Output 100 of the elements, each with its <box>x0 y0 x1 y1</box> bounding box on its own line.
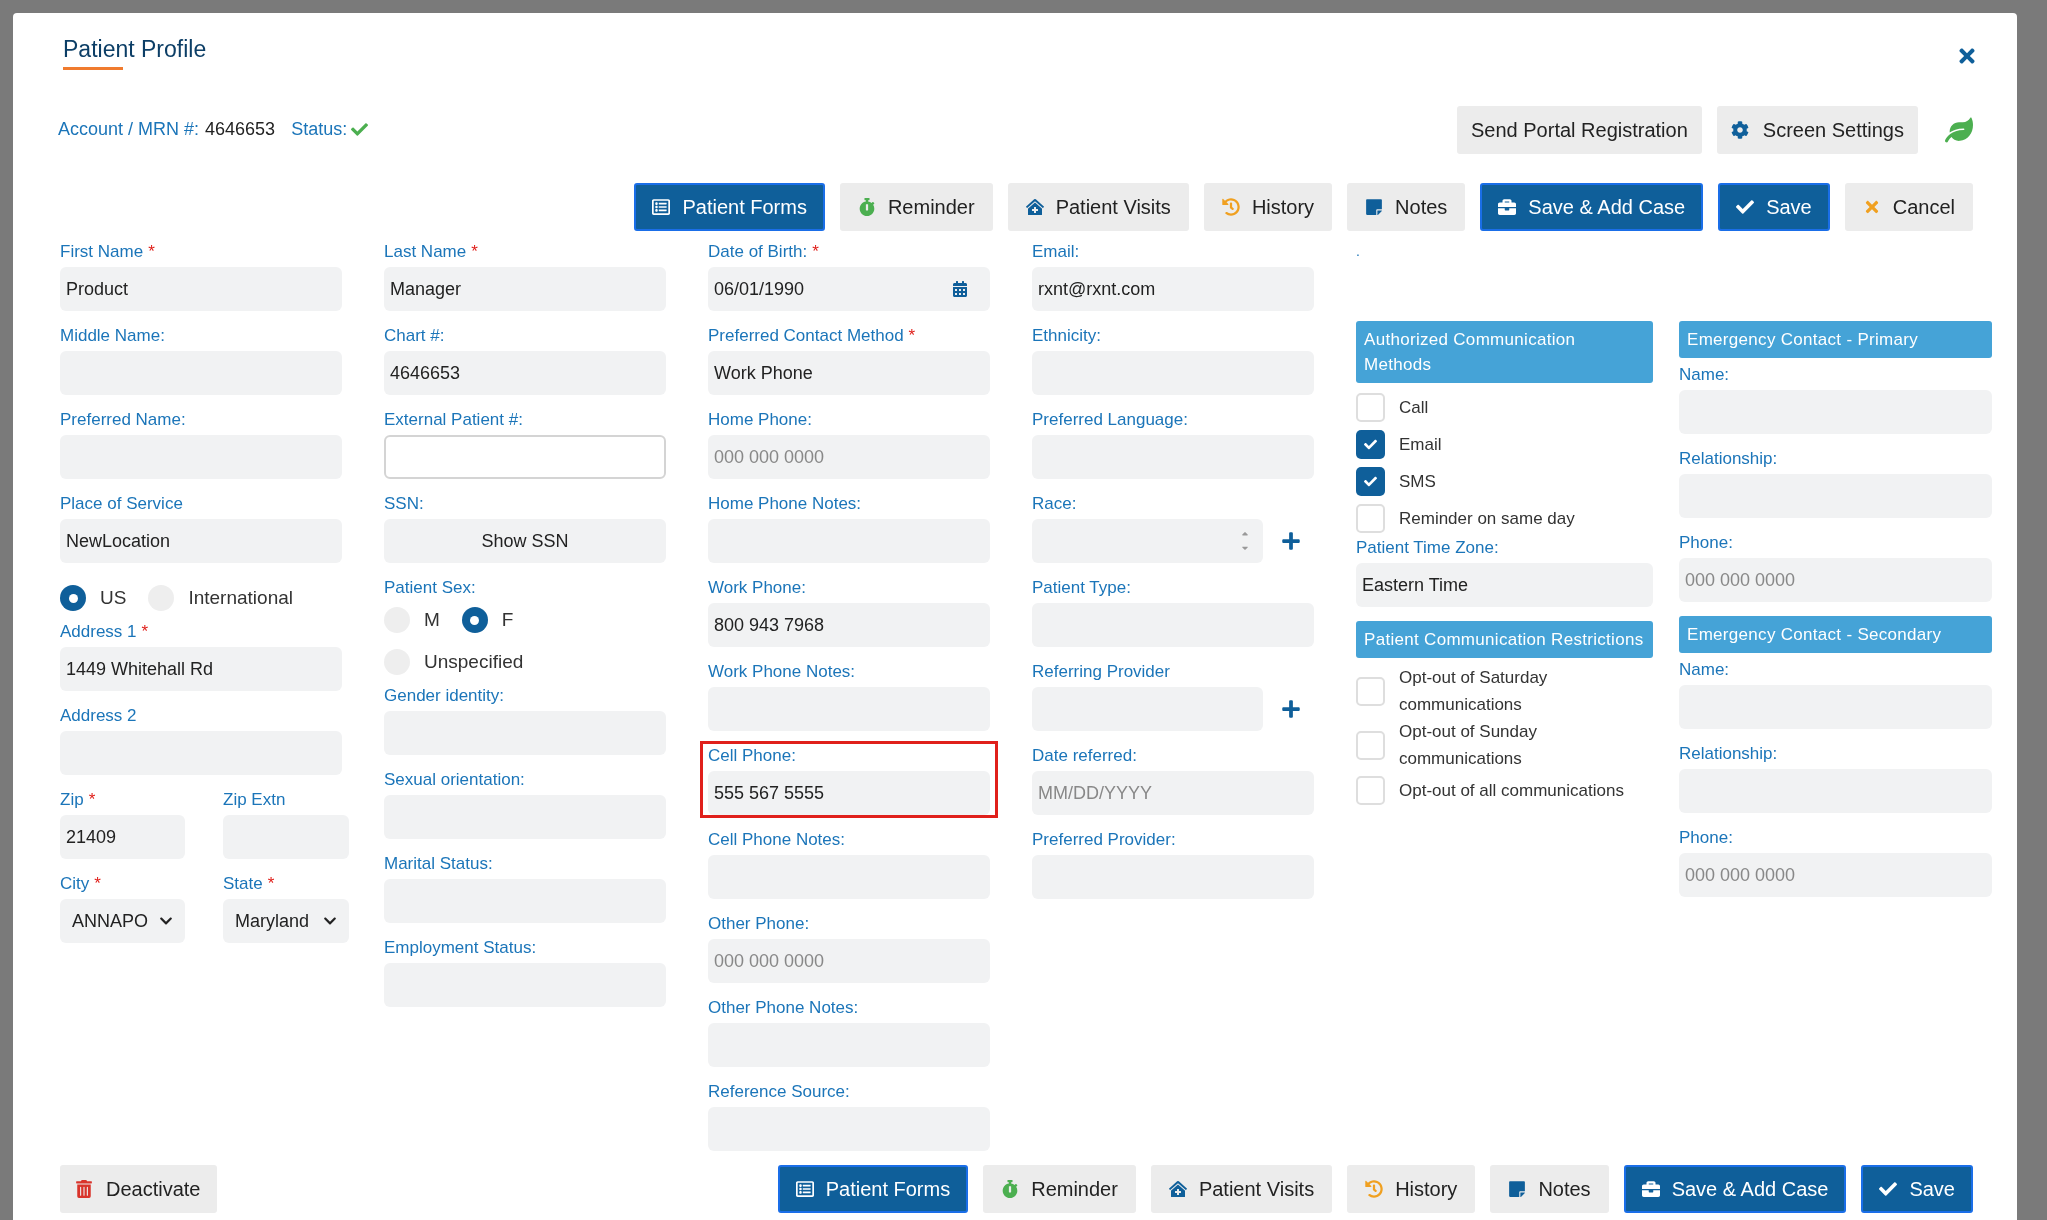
leaf-icon[interactable] <box>1945 116 1973 143</box>
toolbar-button[interactable]: History <box>1347 1165 1476 1213</box>
dropdown[interactable]: ANNAPO <box>60 899 185 943</box>
required-asterisk: * <box>94 873 101 895</box>
close-icon[interactable] <box>1957 45 1977 67</box>
toolbar-button[interactable]: History <box>1203 183 1333 231</box>
toolbar-button[interactable]: Reminder <box>983 1165 1136 1213</box>
toolbar-button[interactable]: Patient Visits <box>1007 183 1189 231</box>
text-field[interactable]: rxnt@rxnt.com <box>1032 267 1314 311</box>
spinner-arrows-icon[interactable] <box>1239 531 1251 551</box>
text-field[interactable]: 555 567 5555 <box>708 771 990 815</box>
number-field[interactable] <box>1032 519 1263 563</box>
field-label: Referring Provider <box>1032 661 1170 683</box>
toolbar-button[interactable]: Cancel <box>1844 183 1973 231</box>
check-icon <box>1879 1180 1898 1198</box>
checkbox[interactable] <box>1356 776 1385 805</box>
section-header: Authorized Communication Methods <box>1356 321 1653 383</box>
plus-icon[interactable] <box>1281 699 1301 719</box>
checkbox[interactable] <box>1356 730 1385 760</box>
check-icon <box>1736 198 1755 216</box>
checkbox-label: Call <box>1399 397 1429 419</box>
text-field[interactable]: 800 943 7968 <box>708 603 990 647</box>
text-field[interactable]: 21409 <box>60 815 185 859</box>
toolbar-button[interactable]: Notes <box>1490 1165 1609 1213</box>
text-field[interactable]: Product <box>60 267 342 311</box>
text-field[interactable]: 000 000 0000 <box>708 435 990 479</box>
header-button[interactable]: Screen Settings <box>1716 105 1918 154</box>
field-label: Middle Name: <box>60 325 165 347</box>
toolbar-button[interactable]: Notes <box>1347 183 1466 231</box>
stopwatch-icon <box>857 198 876 216</box>
house-icon <box>1025 198 1044 216</box>
field-label: Name: <box>1679 364 1730 386</box>
section-header: Emergency Contact - Secondary <box>1679 616 1992 653</box>
dialog-title: Patient Profile <box>63 35 207 63</box>
checkbox[interactable] <box>1356 467 1385 496</box>
calendar-icon[interactable] <box>952 281 968 297</box>
toolbar-button[interactable]: Save & Add Case <box>1623 1165 1847 1213</box>
checkbox[interactable] <box>1356 430 1385 459</box>
field-label: Work Phone: <box>708 577 806 599</box>
check-icon <box>1364 438 1377 451</box>
trash-icon <box>76 1180 92 1198</box>
radio-label: Unspecified <box>424 649 524 674</box>
text-field[interactable]: 000 000 0000 <box>1679 853 1992 897</box>
field-label: Reference Source: <box>708 1081 850 1103</box>
required-asterisk: * <box>148 241 155 263</box>
field-label: Relationship: <box>1679 448 1778 470</box>
date-field[interactable]: 06/01/1990 <box>708 267 990 311</box>
text-field[interactable]: Work Phone <box>708 351 990 395</box>
toolbar-button[interactable]: Patient Forms <box>634 183 825 231</box>
radio-label: F <box>501 607 514 632</box>
field-label: Date referred: <box>1032 745 1137 767</box>
checkbox-label: Opt-out of Saturday communications <box>1399 667 1549 716</box>
header-button[interactable]: Send Portal Registration <box>1457 105 1702 154</box>
text-field[interactable]: 1449 Whitehall Rd <box>60 647 342 691</box>
text-field[interactable]: 000 000 0000 <box>1679 558 1992 602</box>
toolbar-button[interactable]: Save <box>1718 183 1830 231</box>
checkbox[interactable] <box>1356 676 1385 706</box>
note-icon <box>1365 198 1384 216</box>
dot-mark: . <box>1356 243 1360 259</box>
toolbar-button[interactable]: Reminder <box>839 183 993 231</box>
field-label: Marital Status: <box>384 853 493 875</box>
section-header: Emergency Contact - Primary <box>1679 321 1992 358</box>
house-icon <box>1168 1180 1187 1198</box>
field-label: Name: <box>1679 659 1730 681</box>
field-label: Preferred Provider: <box>1032 829 1176 851</box>
gear-icon <box>1730 120 1749 139</box>
deactivate-button[interactable]: Deactivate <box>60 1165 217 1213</box>
toolbar-button[interactable]: Save & Add Case <box>1480 183 1704 231</box>
text-field[interactable] <box>384 435 666 479</box>
required-asterisk: * <box>471 241 478 263</box>
text-field[interactable]: MM/DD/YYYY <box>1032 771 1314 815</box>
required-asterisk: * <box>908 325 916 347</box>
text-field[interactable]: Manager <box>384 267 666 311</box>
text-field[interactable]: 4646653 <box>384 351 666 395</box>
required-asterisk: * <box>267 873 275 895</box>
field-label: Cell Phone Notes: <box>708 829 846 851</box>
field-label: Other Phone: <box>708 913 810 935</box>
field-label: Other Phone Notes: <box>708 997 859 1019</box>
toolbar-button[interactable]: Patient Forms <box>777 1165 969 1213</box>
field-label: Chart #: <box>384 325 445 347</box>
radio-label: US <box>100 585 127 610</box>
radio-button[interactable] <box>461 607 488 633</box>
show-ssn-button[interactable]: Show SSN <box>384 519 666 563</box>
dropdown[interactable]: Maryland <box>223 899 349 943</box>
field-label: Address 2 <box>60 705 137 727</box>
toolbar-button[interactable]: Patient Visits <box>1150 1165 1333 1213</box>
field-label: Zip <box>60 789 84 811</box>
field-label: Gender identity: <box>384 685 504 707</box>
checkbox[interactable] <box>1356 504 1385 533</box>
toolbar-button[interactable]: Save <box>1861 1165 1973 1213</box>
radio-button[interactable] <box>60 585 86 611</box>
field-label: Patient Time Zone: <box>1356 537 1499 559</box>
field-label: Race: <box>1032 493 1077 515</box>
text-field[interactable]: Eastern Time <box>1356 563 1653 607</box>
checkbox[interactable] <box>1356 393 1385 422</box>
field-label: Preferred Contact Method <box>708 325 904 347</box>
field-label: Work Phone Notes: <box>708 661 856 683</box>
text-field[interactable]: 000 000 0000 <box>708 939 990 983</box>
text-field[interactable]: NewLocation <box>60 519 342 563</box>
plus-icon[interactable] <box>1281 531 1301 551</box>
